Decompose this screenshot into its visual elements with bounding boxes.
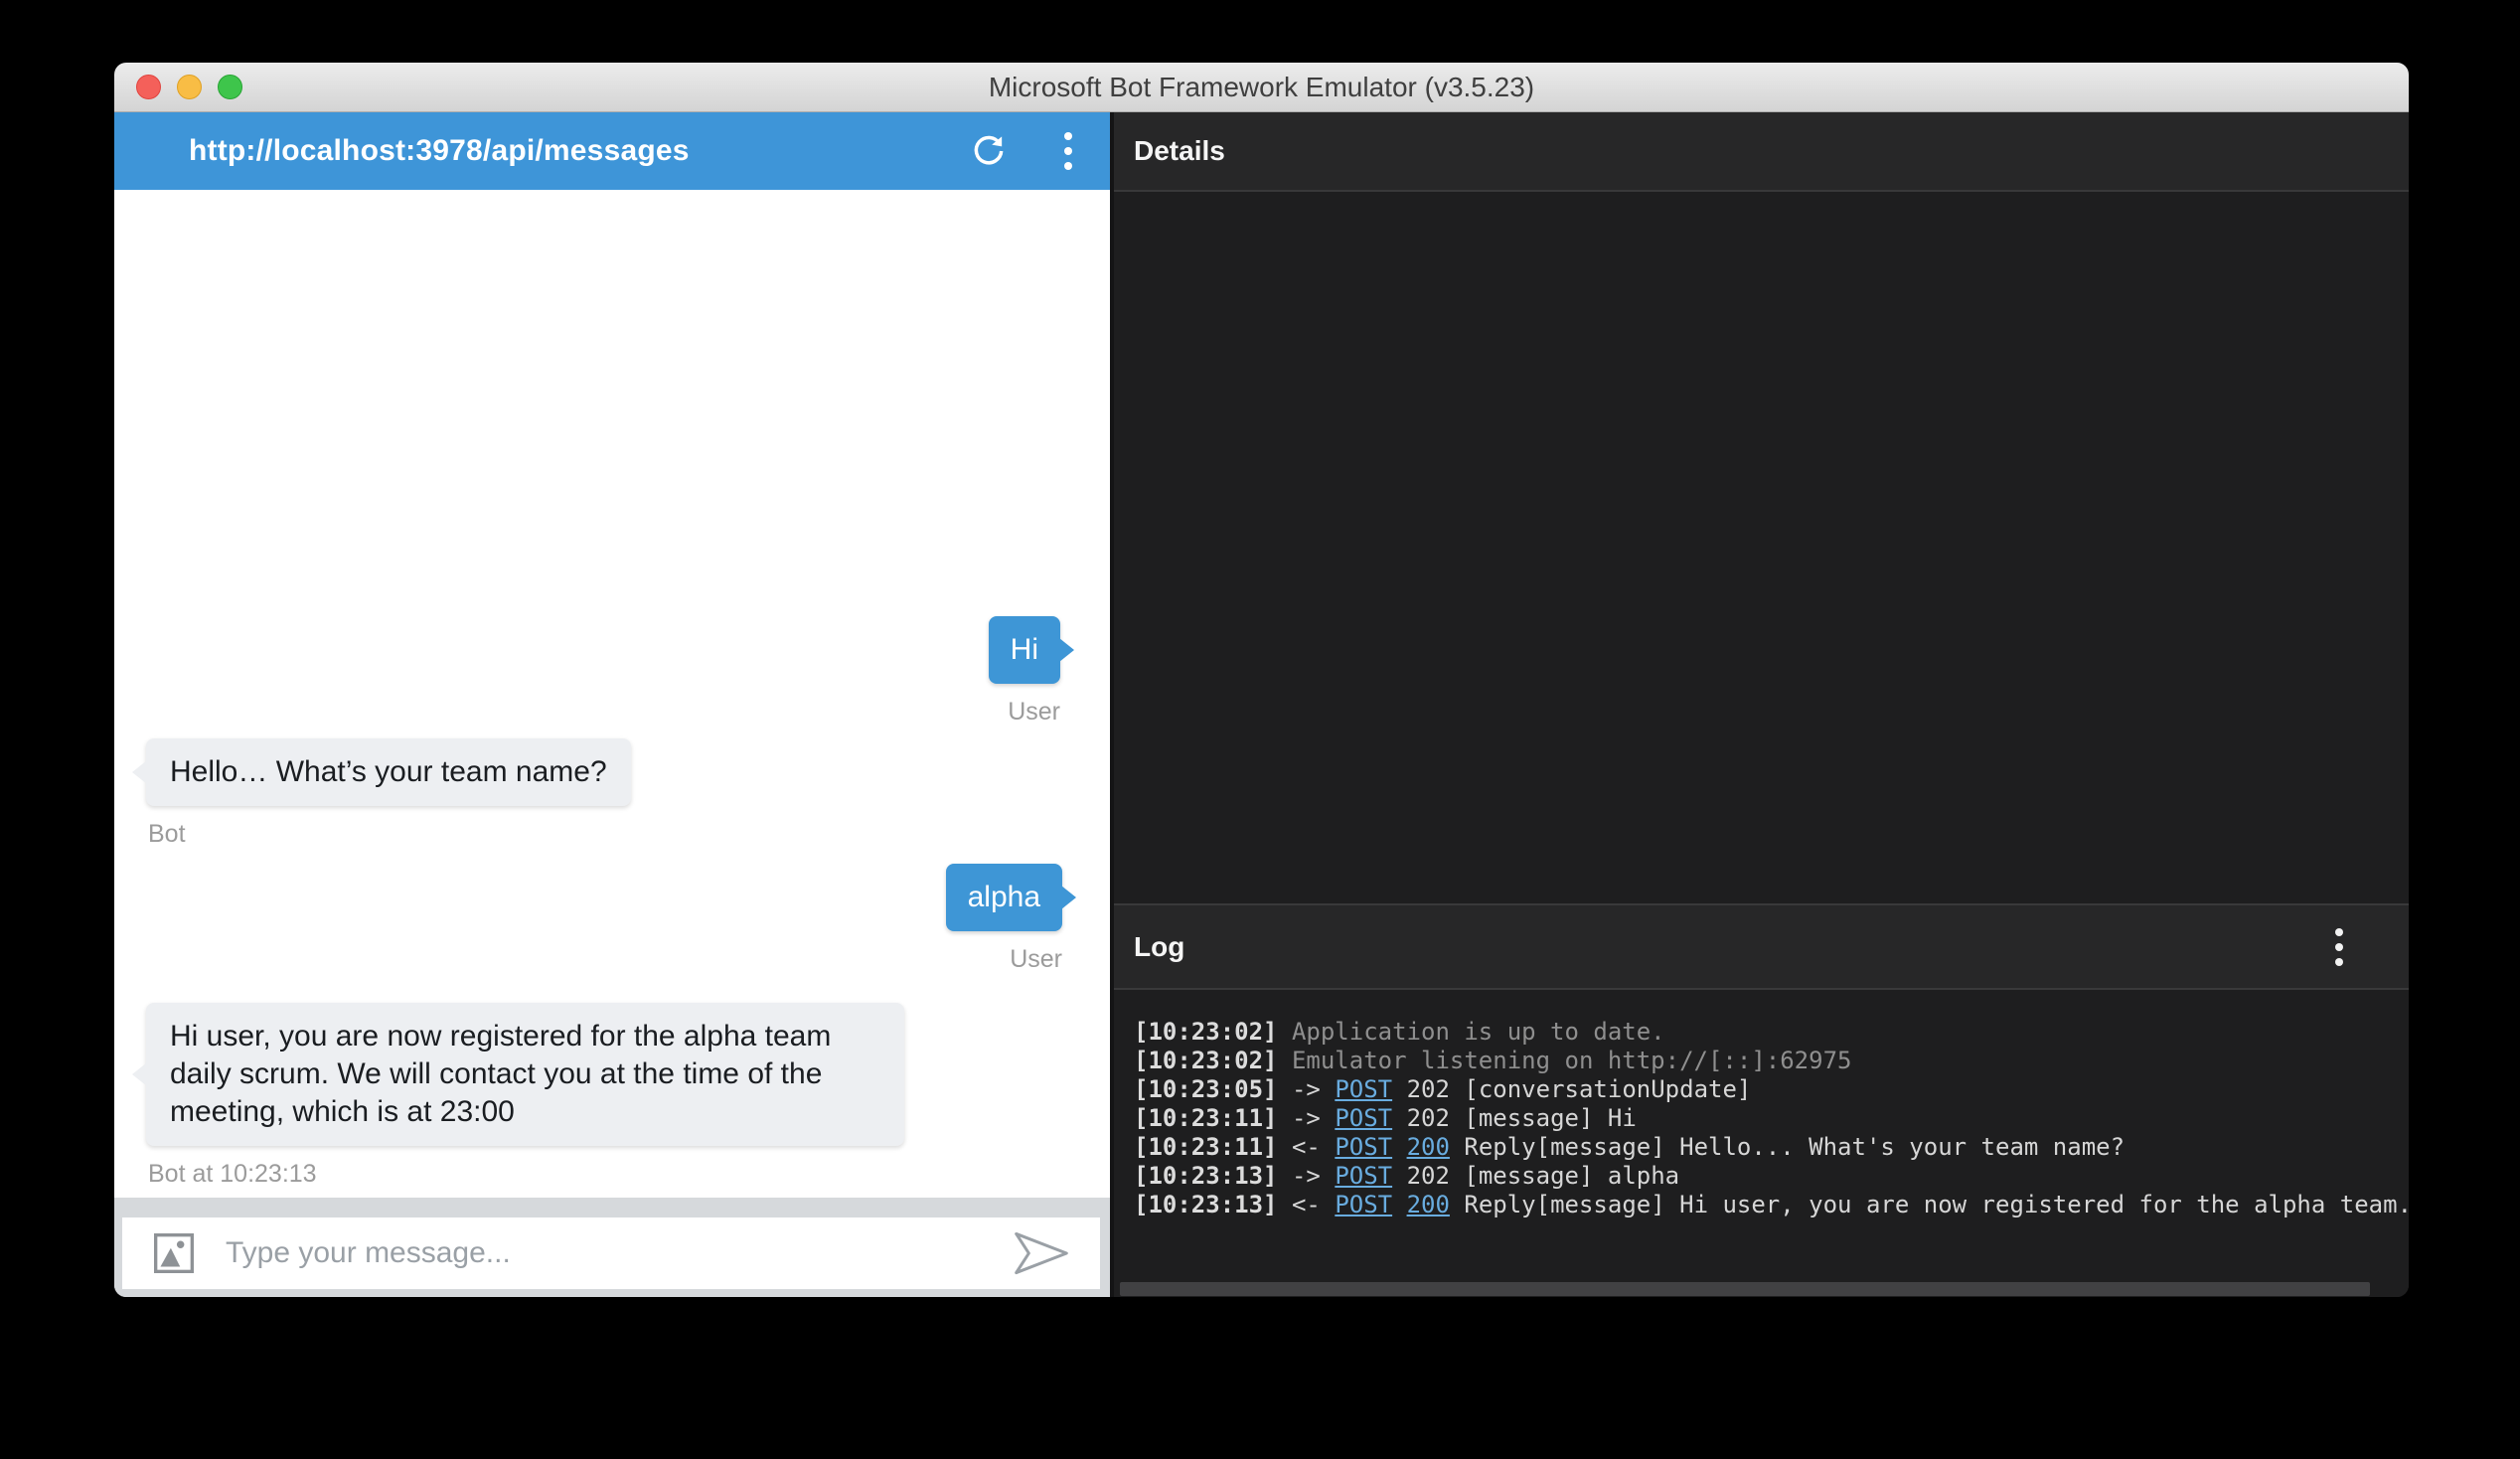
log-timestamp: [10:23:13] — [1134, 1191, 1278, 1218]
traffic-lights — [136, 63, 242, 111]
log-direction: -> — [1291, 1075, 1321, 1103]
user-bubble: alpha — [945, 864, 1077, 931]
log-entry: [10:23:11] -> POST 202 [message] Hi — [1134, 1104, 2409, 1133]
emulator-window: Microsoft Bot Framework Emulator (v3.5.2… — [114, 63, 2409, 1297]
log-text: Application is up to date. — [1291, 1018, 1665, 1046]
log-status-link[interactable]: 200 — [1407, 1191, 1450, 1218]
log-text: [message] alpha — [1464, 1162, 1680, 1190]
message-user-alpha: alpha User — [945, 864, 1077, 974]
conversation: Hi User Hello… What’s your team name? Bo… — [114, 190, 1110, 1198]
message-timestamp-label: Bot at 10:23:13 — [148, 1160, 317, 1188]
details-title: Details — [1134, 135, 1225, 166]
log-timestamp: [10:23:11] — [1134, 1104, 1278, 1132]
log-text: [conversationUpdate] — [1464, 1075, 1752, 1103]
log-post-link[interactable]: POST — [1335, 1075, 1392, 1103]
message-author-label: User — [1010, 945, 1062, 973]
log-status: 202 — [1406, 1162, 1450, 1190]
send-icon[interactable] — [1011, 1227, 1072, 1279]
log-text: [message] Hi — [1464, 1104, 1637, 1132]
details-header: Details — [1114, 112, 2409, 192]
log-text: Reply[message] Hello... What's your team… — [1464, 1133, 2126, 1161]
message-input[interactable] — [224, 1235, 1011, 1271]
chat-panel: http://localhost:3978/api/messages Hi Us… — [114, 112, 1110, 1297]
composer-box — [122, 1217, 1100, 1289]
log-entry: [10:23:13] <- POST 200 Reply[message] Hi… — [1134, 1191, 2409, 1219]
log-entry: [10:23:13] -> POST 202 [message] alpha — [1134, 1162, 2409, 1191]
log-text: Emulator listening on http://[::]:62975 — [1291, 1047, 1852, 1074]
log-body: [10:23:02] Application is up to date. [1… — [1114, 990, 2409, 1297]
log-entry: [10:23:11] <- POST 200 Reply[message] He… — [1134, 1133, 2409, 1162]
log-direction: <- — [1291, 1191, 1321, 1218]
composer-bar — [114, 1198, 1110, 1297]
log-timestamp: [10:23:05] — [1134, 1075, 1278, 1103]
log-timestamp: [10:23:11] — [1134, 1133, 1278, 1161]
message-bot-confirmation: Hi user, you are now registered for the … — [132, 1003, 904, 1189]
log-header: Log — [1114, 903, 2409, 990]
log-post-link[interactable]: POST — [1335, 1104, 1392, 1132]
log-status: 202 — [1406, 1104, 1450, 1132]
message-author-label: Bot — [148, 820, 186, 848]
log-post-link[interactable]: POST — [1335, 1133, 1392, 1161]
bot-bubble: Hi user, you are now registered for the … — [132, 1003, 904, 1146]
log-direction: -> — [1291, 1162, 1321, 1190]
log-timestamp: [10:23:02] — [1134, 1047, 1278, 1074]
zoom-button[interactable] — [218, 75, 242, 99]
log-timestamp: [10:23:13] — [1134, 1162, 1278, 1190]
log-direction: -> — [1291, 1104, 1321, 1132]
log-menu-icon[interactable] — [2317, 925, 2361, 969]
log-direction: <- — [1291, 1133, 1321, 1161]
close-button[interactable] — [136, 75, 161, 99]
message-author-label: User — [1008, 698, 1060, 726]
main-split: http://localhost:3978/api/messages Hi Us… — [114, 112, 2409, 1297]
log-timestamp: [10:23:02] — [1134, 1018, 1278, 1046]
log-title: Log — [1134, 930, 1185, 962]
log-status: 202 — [1406, 1075, 1450, 1103]
log-post-link[interactable]: POST — [1335, 1162, 1392, 1190]
chat-header: http://localhost:3978/api/messages — [114, 112, 1110, 190]
message-user-hi: Hi User — [988, 616, 1075, 727]
log-entry: [10:23:02] Application is up to date. — [1134, 1018, 2409, 1047]
user-bubble: Hi — [988, 616, 1075, 684]
log-text: Reply[message] Hi user, you are now regi… — [1464, 1191, 2409, 1218]
details-body — [1114, 192, 2409, 903]
window-title: Microsoft Bot Framework Emulator (v3.5.2… — [988, 71, 1535, 102]
log-entry: [10:23:02] Emulator listening on http://… — [1134, 1047, 2409, 1075]
refresh-icon[interactable] — [967, 129, 1011, 173]
titlebar: Microsoft Bot Framework Emulator (v3.5.2… — [114, 63, 2409, 112]
log-status-link[interactable]: 200 — [1407, 1133, 1450, 1161]
message-bot-question: Hello… What’s your team name? Bot — [132, 738, 631, 849]
log-entry: [10:23:05] -> POST 202 [conversationUpda… — [1134, 1075, 2409, 1104]
attach-image-icon[interactable] — [148, 1227, 200, 1279]
chat-overflow-menu-icon[interactable] — [1046, 129, 1090, 173]
log-post-link[interactable]: POST — [1335, 1191, 1392, 1218]
minimize-button[interactable] — [177, 75, 202, 99]
endpoint-url[interactable]: http://localhost:3978/api/messages — [189, 134, 690, 168]
inspector-panel: Details Log [10:23:02] Application is up… — [1110, 112, 2409, 1297]
bot-bubble: Hello… What’s your team name? — [132, 738, 631, 806]
horizontal-scrollbar[interactable] — [1120, 1282, 2370, 1296]
